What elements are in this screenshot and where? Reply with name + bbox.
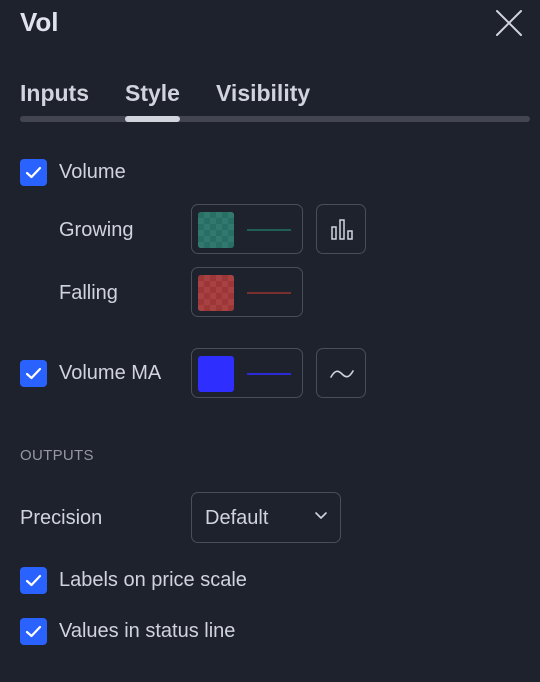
falling-color-button[interactable] [191,267,303,317]
checkmark-icon [25,166,42,179]
close-button[interactable] [494,8,524,38]
labels-on-price-scale-checkbox[interactable] [20,567,47,594]
falling-line-sample [247,292,291,294]
volume-label: Volume [59,161,126,183]
volume-ma-color-swatch [198,356,234,392]
volume-ma-line-sample [247,373,291,375]
dialog-title: Vol [20,7,59,37]
columns-icon [331,219,353,240]
precision-label: Precision [20,507,103,529]
tab-inputs[interactable]: Inputs [20,80,89,107]
growing-label: Growing [59,219,134,241]
outputs-section-header: OUTPUTS [20,447,94,464]
falling-label: Falling [59,282,118,304]
volume-ma-checkbox[interactable] [20,360,47,387]
precision-value: Default [205,507,269,529]
volume-ma-label: Volume MA [59,362,162,384]
precision-select[interactable]: Default [191,492,341,543]
volume-ma-color-button[interactable] [191,348,303,398]
tab-track [20,116,530,122]
chevron-down-icon [315,512,327,519]
tab-style[interactable]: Style [125,80,180,107]
active-tab-indicator [125,116,180,122]
labels-on-price-scale-label: Labels on price scale [59,569,247,591]
volume-ma-plot-style-button[interactable] [316,348,366,398]
values-in-status-line-checkbox[interactable] [20,618,47,645]
checkmark-icon [25,625,42,638]
growing-line-sample [247,229,291,231]
line-wave-icon [330,370,354,378]
checkmark-icon [25,574,42,587]
values-in-status-line-label: Values in status line [59,620,236,642]
plot-style-button[interactable] [316,204,366,254]
growing-color-button[interactable] [191,204,303,254]
volume-checkbox[interactable] [20,159,47,186]
growing-color-swatch [198,212,234,248]
falling-color-swatch [198,275,234,311]
tab-visibility[interactable]: Visibility [216,80,310,107]
close-icon [496,10,522,36]
checkmark-icon [25,367,42,380]
